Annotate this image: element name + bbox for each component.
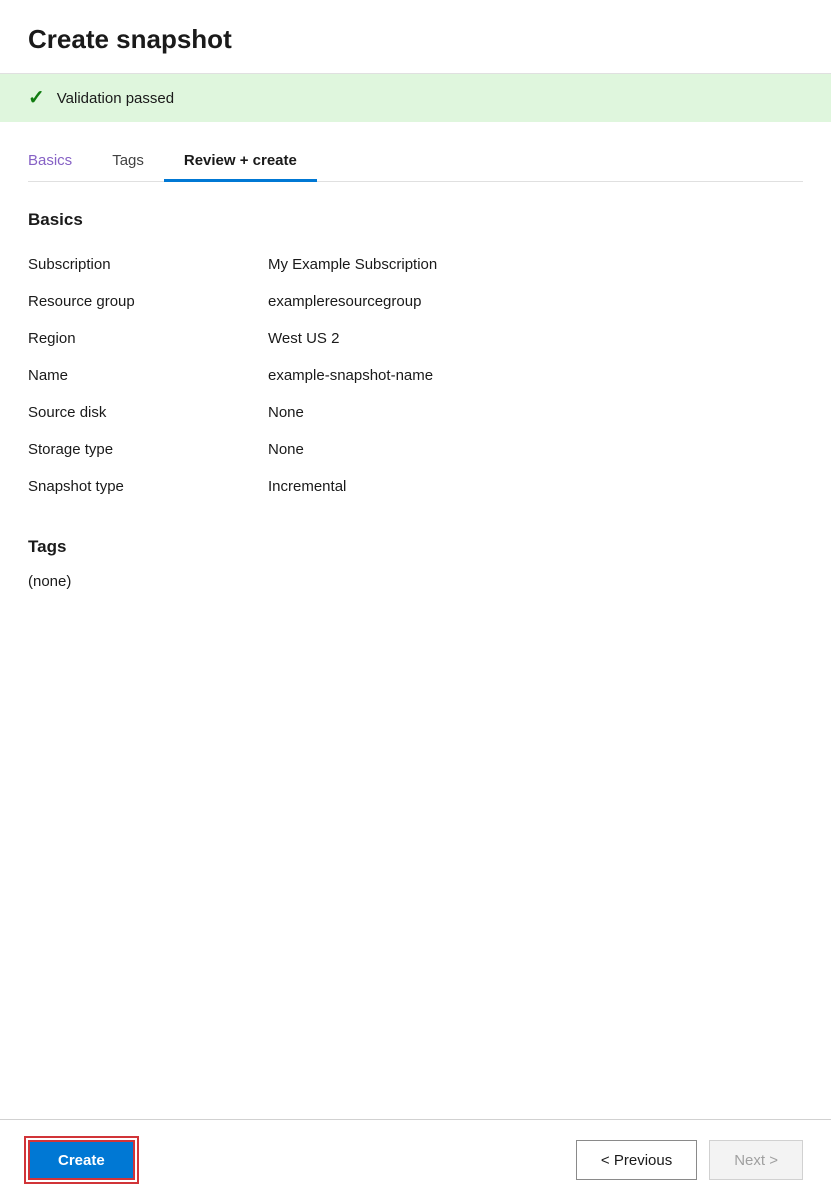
table-row: Source disk None xyxy=(28,394,803,431)
page-container: Create snapshot ✓ Validation passed Basi… xyxy=(0,0,831,1200)
next-button: Next > xyxy=(709,1140,803,1180)
tab-review-create[interactable]: Review + create xyxy=(164,142,317,182)
tags-section: Tags (none) xyxy=(28,537,803,590)
snapshot-type-value: Incremental xyxy=(248,468,803,505)
tab-basics[interactable]: Basics xyxy=(28,142,92,182)
subscription-label: Subscription xyxy=(28,246,248,283)
previous-button[interactable]: < Previous xyxy=(576,1140,697,1180)
create-button[interactable]: Create xyxy=(28,1140,135,1180)
region-label: Region xyxy=(28,320,248,357)
storage-type-label: Storage type xyxy=(28,431,248,468)
name-label: Name xyxy=(28,357,248,394)
basics-table: Subscription My Example Subscription Res… xyxy=(28,246,803,505)
tabs: Basics Tags Review + create xyxy=(28,142,803,182)
source-disk-label: Source disk xyxy=(28,394,248,431)
basics-heading: Basics xyxy=(28,210,803,230)
tab-tags[interactable]: Tags xyxy=(92,142,164,182)
tabs-container: Basics Tags Review + create xyxy=(0,122,831,182)
tags-heading: Tags xyxy=(28,537,803,557)
table-row: Resource group exampleresourcegroup xyxy=(28,283,803,320)
name-value: example-snapshot-name xyxy=(248,357,803,394)
subscription-value: My Example Subscription xyxy=(248,246,803,283)
resource-group-label: Resource group xyxy=(28,283,248,320)
basics-section: Basics Subscription My Example Subscript… xyxy=(28,210,803,505)
page-title: Create snapshot xyxy=(28,24,803,55)
validation-bar: ✓ Validation passed xyxy=(0,74,831,122)
tags-value: (none) xyxy=(28,573,803,590)
table-row: Name example-snapshot-name xyxy=(28,357,803,394)
footer: Create < Previous Next > xyxy=(0,1119,831,1200)
resource-group-value: exampleresourcegroup xyxy=(248,283,803,320)
table-row: Region West US 2 xyxy=(28,320,803,357)
validation-text: Validation passed xyxy=(57,90,174,107)
region-value: West US 2 xyxy=(248,320,803,357)
table-row: Snapshot type Incremental xyxy=(28,468,803,505)
page-header: Create snapshot xyxy=(0,0,831,74)
validation-check-icon: ✓ xyxy=(28,88,45,108)
table-row: Storage type None xyxy=(28,431,803,468)
snapshot-type-label: Snapshot type xyxy=(28,468,248,505)
table-row: Subscription My Example Subscription xyxy=(28,246,803,283)
main-content: Basics Subscription My Example Subscript… xyxy=(0,182,831,1119)
source-disk-value: None xyxy=(248,394,803,431)
storage-type-value: None xyxy=(248,431,803,468)
